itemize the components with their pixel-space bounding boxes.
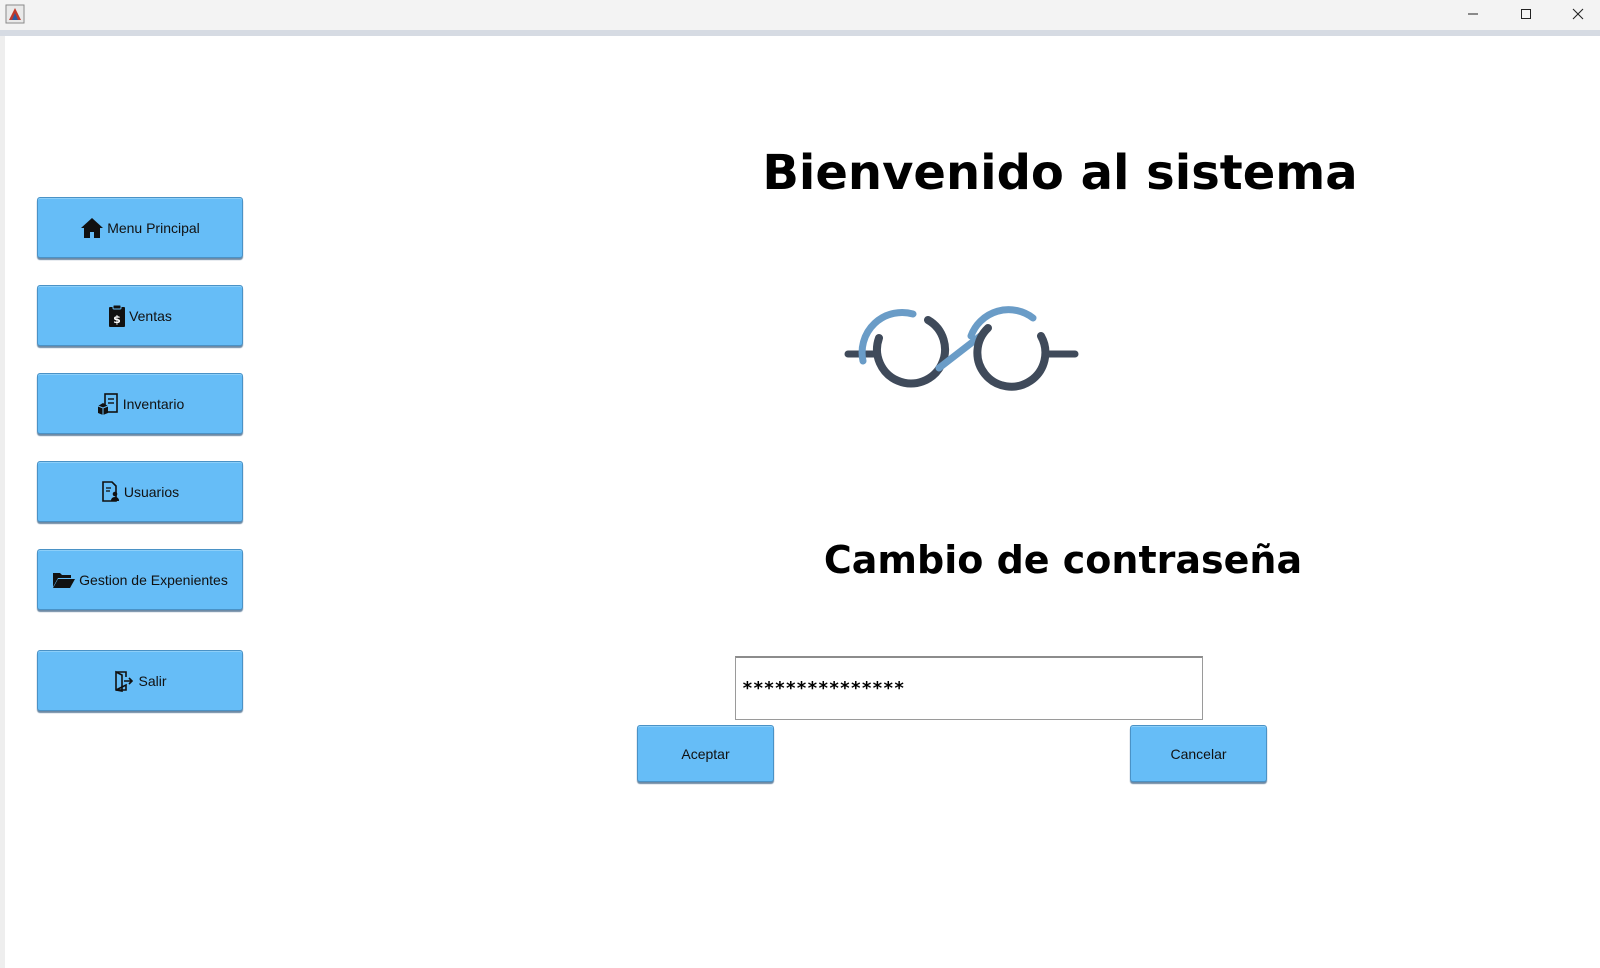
sidebar-item-label: Menu Principal <box>107 219 200 236</box>
password-field[interactable] <box>735 656 1203 720</box>
glasses-logo-icon <box>843 306 1083 401</box>
password-change-title: Cambio de contraseña <box>823 538 1303 582</box>
exit-door-icon <box>113 670 135 692</box>
sidebar-item-label: Usuarios <box>123 483 180 500</box>
welcome-title: Bienvenido al sistema <box>762 145 1358 201</box>
app-window: Menu Principal $ Ventas Inventario Usuar… <box>0 0 1600 968</box>
inventory-icon <box>96 392 120 416</box>
clipboard-dollar-icon: $ <box>108 304 126 328</box>
sidebar-item-label: Salir <box>138 672 167 689</box>
sidebar-item-menu-principal[interactable]: Menu Principal <box>37 197 243 258</box>
close-icon <box>1572 8 1584 20</box>
title-bar[interactable] <box>0 0 1600 30</box>
svg-text:$: $ <box>113 313 121 326</box>
minimize-icon <box>1467 8 1479 20</box>
accept-button[interactable]: Aceptar <box>637 725 774 782</box>
window-left-border <box>0 36 5 968</box>
java-app-icon <box>5 4 25 24</box>
minimize-button[interactable] <box>1450 0 1496 28</box>
sidebar-item-inventario[interactable]: Inventario <box>37 373 243 434</box>
cancel-button[interactable]: Cancelar <box>1130 725 1267 782</box>
folder-open-icon <box>52 571 76 589</box>
close-button[interactable] <box>1555 0 1600 28</box>
sidebar-item-gestion-expedientes[interactable]: Gestion de Expenientes <box>37 549 243 610</box>
maximize-button[interactable] <box>1503 0 1549 28</box>
sidebar-item-label: Inventario <box>122 395 185 412</box>
sidebar-item-salir[interactable]: Salir <box>37 650 243 711</box>
maximize-icon <box>1520 8 1532 20</box>
home-icon <box>80 217 104 239</box>
title-bar-separator <box>0 30 1600 36</box>
sidebar-item-ventas[interactable]: $ Ventas <box>37 285 243 346</box>
sidebar-item-usuarios[interactable]: Usuarios <box>37 461 243 522</box>
user-document-icon <box>101 480 121 503</box>
sidebar-item-label: Gestion de Expenientes <box>79 571 228 588</box>
sidebar-item-label: Ventas <box>129 307 172 324</box>
